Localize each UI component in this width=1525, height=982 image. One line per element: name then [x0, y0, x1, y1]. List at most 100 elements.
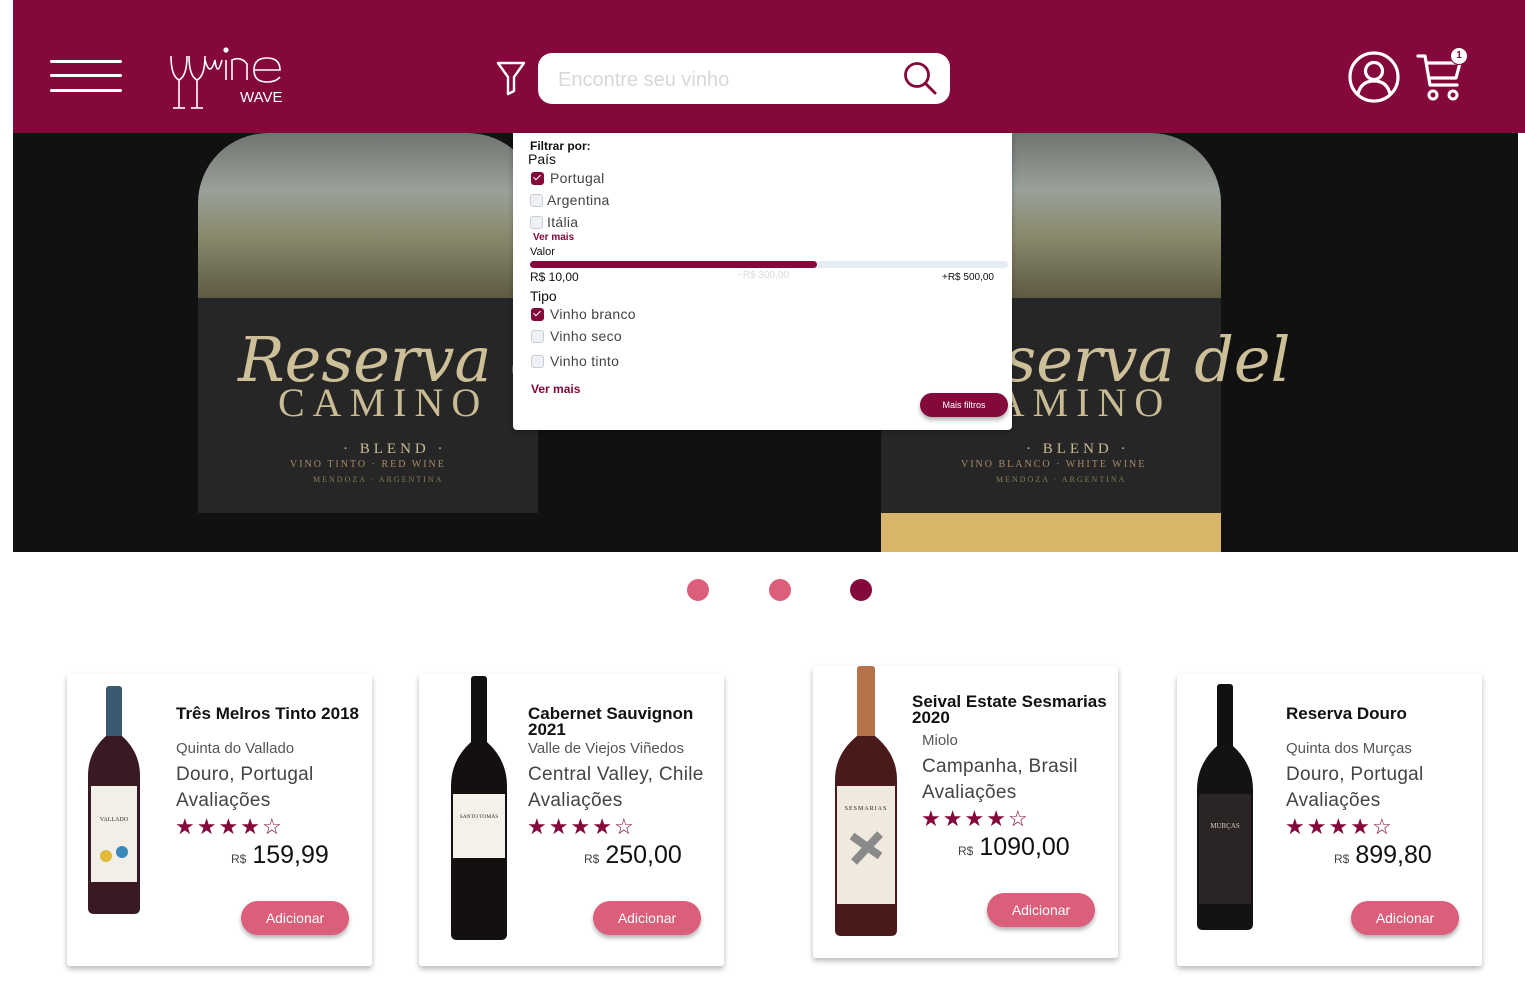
ratings-label: Avaliações [1286, 790, 1381, 811]
cart-count-badge: 1 [1450, 47, 1468, 65]
range-min-label: R$ 10,00 [530, 270, 579, 284]
star-filled-icon: ★ [570, 814, 593, 839]
country-option-italia[interactable]: Itália [530, 214, 578, 230]
product-producer: Miolo [922, 732, 958, 749]
add-to-cart-button[interactable]: Adicionar [987, 893, 1095, 927]
price-range-slider[interactable] [530, 261, 1008, 268]
filter-icon[interactable] [495, 60, 527, 96]
star-filled-icon: ★ [986, 806, 1008, 831]
country-ver-mais-link[interactable]: Ver mais [533, 232, 574, 243]
checkbox[interactable] [531, 171, 544, 185]
star-filled-icon: ★ [1285, 814, 1307, 839]
star-filled-icon: ★ [218, 814, 241, 839]
product-producer: Valle de Viejos Viñedos [528, 740, 684, 757]
star-filled-icon: ★ [1306, 814, 1329, 839]
price-value: 250,00 [605, 841, 682, 869]
star-empty-icon: ☆ [1371, 814, 1394, 839]
search-icon[interactable] [902, 60, 938, 96]
product-price: R$ 250,00 [584, 841, 682, 870]
price-value: 159,99 [252, 841, 329, 869]
price-value: 899,80 [1355, 841, 1432, 869]
carousel-dot-1[interactable] [687, 579, 709, 601]
rating-stars: ★★★★☆ [175, 814, 284, 840]
rating-stars: ★★★★☆ [1285, 814, 1394, 840]
option-label: Itália [547, 214, 579, 230]
type-option-vinho-seco[interactable]: Vinho seco [531, 328, 622, 344]
product-card[interactable]: SESMARIAS Seival Estate Sesmarias 2020 M… [813, 666, 1118, 958]
product-bottle-image: SANTO TOMÁS [451, 676, 507, 940]
checkbox[interactable] [530, 193, 543, 207]
star-empty-icon: ☆ [1007, 806, 1030, 831]
type-label: Tipo [530, 288, 557, 304]
ratings-label: Avaliações [176, 790, 271, 811]
product-name: Reserva Douro [1286, 704, 1407, 723]
product-price: R$ 159,99 [231, 841, 329, 870]
bottle-label-text: SESMARIAS [845, 806, 888, 812]
rating-stars: ★★★★☆ [527, 814, 636, 840]
country-option-portugal[interactable]: Portugal [531, 170, 605, 186]
bottle-label-text: VALLADO [100, 817, 129, 823]
more-filters-button[interactable]: Mais filtros [920, 393, 1008, 417]
checkbox[interactable] [530, 215, 543, 229]
option-label: Portugal [550, 170, 605, 186]
product-price: R$ 1090,00 [958, 833, 1070, 862]
price-value: 1090,00 [979, 833, 1070, 861]
currency-symbol: R$ [1334, 852, 1350, 866]
bottle-label-text: MURÇAS [1210, 822, 1240, 830]
product-producer: Quinta do Vallado [176, 740, 295, 757]
type-ver-mais-link[interactable]: Ver mais [531, 382, 580, 396]
logo-sub-text: WAVE [240, 89, 283, 106]
hero-bottle-origin: MENDOZA · ARGENTINA [313, 475, 444, 484]
bottle-label-text: SANTO TOMÁS [460, 812, 499, 820]
hero-bottle-origin: MENDOZA · ARGENTINA [996, 475, 1127, 484]
ratings-label: Avaliações [922, 782, 1017, 803]
product-card[interactable]: VALLADO Três Melros Tinto 2018 Quinta do… [67, 674, 372, 966]
hero-bottle-red: Reserva del CAMINO · BLEND · VINO TINTO … [198, 133, 607, 552]
search-input[interactable] [556, 61, 890, 99]
checkbox[interactable] [531, 307, 544, 321]
option-label: Vinho branco [550, 306, 636, 322]
product-card[interactable]: MURÇAS Reserva Douro Quinta dos Murças D… [1177, 674, 1482, 966]
ratings-label: Avaliações [528, 790, 623, 811]
currency-symbol: R$ [231, 852, 247, 866]
carousel-dot-3[interactable] [850, 579, 872, 601]
option-label: Vinho seco [550, 328, 623, 344]
star-filled-icon: ★ [196, 814, 219, 839]
hero-bottle-blend: · BLEND · [343, 441, 447, 457]
checkbox[interactable] [531, 354, 544, 368]
currency-symbol: R$ [584, 852, 600, 866]
star-filled-icon: ★ [1350, 814, 1372, 839]
menu-icon[interactable] [50, 56, 122, 96]
hero-bottle-sub: VINO BLANCO · WHITE WINE [961, 459, 1147, 470]
product-card[interactable]: SANTO TOMÁS Cabernet Sauvignon 2021 Vall… [419, 674, 724, 966]
add-to-cart-button[interactable]: Adicionar [1351, 901, 1459, 935]
filter-dropdown: Filtrar por: País Portugal Argentina Itá… [513, 133, 1012, 430]
country-label: País [528, 151, 557, 167]
type-option-vinho-tinto[interactable]: Vinho tinto [531, 353, 619, 369]
product-name: Cabernet Sauvignon 2021 [528, 704, 694, 739]
product-bottle-image: SESMARIAS [835, 666, 897, 936]
star-filled-icon: ★ [548, 814, 571, 839]
carousel-dot-2[interactable] [769, 579, 791, 601]
star-filled-icon: ★ [942, 806, 965, 831]
product-producer: Quinta dos Murças [1286, 740, 1412, 757]
user-account-icon[interactable] [1347, 50, 1401, 104]
product-price: R$ 899,80 [1334, 841, 1432, 870]
star-filled-icon: ★ [921, 806, 943, 831]
product-region: Douro, Portugal [176, 764, 314, 785]
option-label: Vinho tinto [550, 353, 620, 369]
add-to-cart-button[interactable]: Adicionar [241, 901, 349, 935]
wine-wave-logo[interactable]: WAVE [168, 38, 298, 113]
type-option-vinho-branco[interactable]: Vinho branco [531, 306, 636, 322]
product-region: Douro, Portugal [1286, 764, 1424, 785]
product-bottle-image: MURÇAS [1197, 684, 1253, 930]
star-filled-icon: ★ [1328, 814, 1351, 839]
star-filled-icon: ★ [964, 806, 987, 831]
add-to-cart-button[interactable]: Adicionar [593, 901, 701, 935]
country-option-argentina[interactable]: Argentina [530, 192, 610, 208]
checkbox[interactable] [531, 329, 544, 343]
product-region: Campanha, Brasil [922, 756, 1078, 777]
hero-bottle-blend: · BLEND · [1026, 441, 1130, 457]
star-filled-icon: ★ [592, 814, 614, 839]
search-bar [538, 53, 950, 104]
